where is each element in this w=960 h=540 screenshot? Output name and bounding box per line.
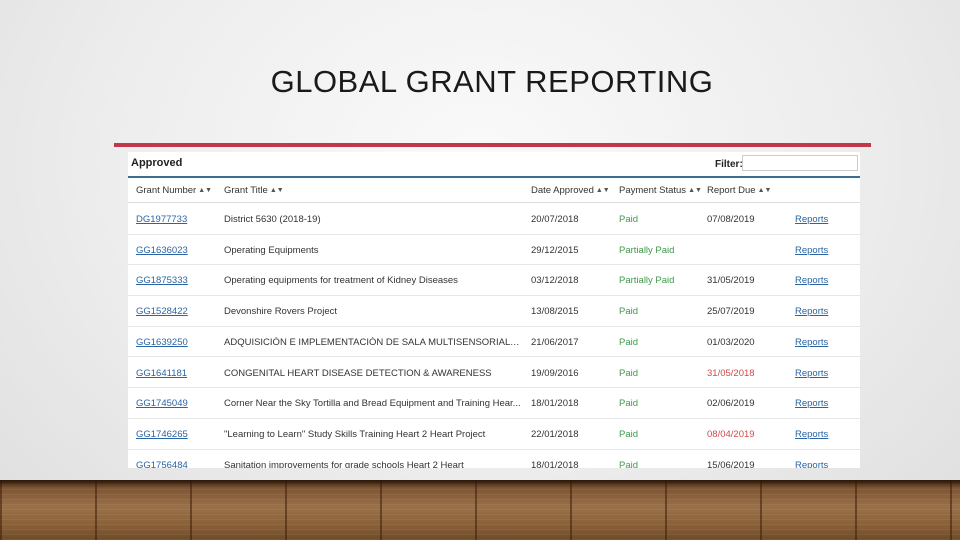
column-header-grant-number[interactable]: Grant Number ▲▼ bbox=[136, 185, 212, 196]
sort-updown-icon: ▲▼ bbox=[688, 187, 702, 194]
report-due: 31/05/2019 bbox=[707, 275, 755, 287]
filter-input[interactable] bbox=[742, 155, 858, 171]
report-due: 01/03/2020 bbox=[707, 336, 755, 348]
date-approved: 13/08/2015 bbox=[531, 306, 579, 318]
column-header-date-approved[interactable]: Date Approved ▲▼ bbox=[531, 185, 610, 196]
slide-title: GLOBAL GRANT REPORTING bbox=[270, 64, 714, 99]
wood-floor bbox=[0, 480, 960, 540]
reports-link[interactable]: Reports bbox=[795, 368, 845, 379]
table-row: GG1641181 CONGENITAL HEART DISEASE DETECT… bbox=[128, 357, 860, 389]
payment-status: Partially Paid bbox=[619, 244, 675, 256]
column-header-report-due[interactable]: Report Due ▲▼ bbox=[707, 185, 771, 196]
payment-status: Paid bbox=[619, 459, 639, 468]
grant-title: Sanitation improvements for grade school… bbox=[224, 459, 464, 468]
grant-number-link[interactable]: GG1756484 bbox=[136, 460, 216, 468]
table-row: GG1528422 Devonshire Rovers Project 13/08/… bbox=[128, 295, 860, 327]
grant-title: Devonshire Rovers Project bbox=[224, 306, 337, 318]
table-row: GG1639250 ADQUISICIÓN E IMPLEMENTACIÓN DE… bbox=[128, 326, 860, 358]
sort-updown-icon: ▲▼ bbox=[198, 187, 213, 194]
date-approved: 18/01/2018 bbox=[531, 459, 579, 468]
date-approved: 20/07/2018 bbox=[531, 214, 579, 225]
grant-number-link[interactable]: GG1746265 bbox=[136, 429, 216, 440]
date-approved: 03/12/2018 bbox=[531, 275, 579, 287]
reports-link[interactable]: Reports bbox=[795, 398, 845, 409]
reports-link[interactable]: Reports bbox=[795, 214, 845, 225]
report-due: 02/06/2019 bbox=[707, 398, 755, 410]
sort-updown-icon: ▲▼ bbox=[269, 187, 284, 194]
table-row: GG1636023 Operating Equipments 29/12/2015 P… bbox=[128, 234, 860, 266]
table-row: GG1875333 Operating equipments for treatm… bbox=[128, 264, 860, 297]
reports-link[interactable]: Reports bbox=[795, 460, 845, 468]
approved-grants-panel: Approved Filter: Grant Number ▲▼ Grant Ti… bbox=[128, 152, 860, 468]
payment-status: Paid bbox=[619, 428, 639, 440]
reports-link[interactable]: Reports bbox=[795, 245, 845, 256]
payment-status: Paid bbox=[619, 398, 639, 410]
sort-updown-icon: ▲▼ bbox=[595, 187, 610, 194]
grant-title: Operating Equipments bbox=[224, 244, 319, 256]
grant-number-link[interactable]: GG1641181 bbox=[136, 368, 216, 379]
sort-updown-icon: ▲▼ bbox=[757, 187, 772, 194]
grant-title: District 5630 (2018-19) bbox=[224, 214, 321, 225]
date-approved: 18/01/2018 bbox=[531, 398, 579, 410]
grant-number-link[interactable]: GG1636023 bbox=[136, 245, 216, 256]
payment-status: Paid bbox=[619, 367, 639, 379]
grant-number-link[interactable]: GG1528422 bbox=[136, 306, 216, 317]
date-approved: 21/06/2017 bbox=[531, 336, 579, 348]
date-approved: 19/09/2016 bbox=[531, 367, 579, 379]
payment-status: Paid bbox=[619, 306, 639, 318]
date-approved: 22/01/2018 bbox=[531, 428, 579, 440]
reports-link[interactable]: Reports bbox=[795, 306, 845, 317]
table-row: GG1746265 "Learning to Learn" Study Skill… bbox=[128, 418, 860, 450]
panel-title: Approved bbox=[131, 157, 183, 169]
report-due: 25/07/2019 bbox=[707, 306, 755, 318]
panel-header: Approved Filter: bbox=[128, 152, 860, 178]
report-due: 07/08/2019 bbox=[707, 214, 755, 225]
grant-title: CONGENITAL HEART DISEASE DETECTION & AWA… bbox=[224, 367, 492, 379]
table-row: GG1756484 Sanitation improvements for gra… bbox=[128, 449, 860, 468]
column-header-grant-title[interactable]: Grant Title ▲▼ bbox=[224, 185, 284, 196]
grant-title: "Learning to Learn" Study Skills Trainin… bbox=[224, 428, 486, 440]
payment-status: Paid bbox=[619, 336, 639, 348]
table-row: DG1977733 District 5630 (2018-19) 20/07/20… bbox=[128, 203, 860, 235]
reports-link[interactable]: Reports bbox=[795, 429, 845, 440]
payment-status: Partially Paid bbox=[619, 275, 675, 287]
report-due: 08/04/2019 bbox=[707, 428, 755, 440]
report-due: 31/05/2018 bbox=[707, 367, 755, 379]
accent-divider bbox=[114, 143, 871, 147]
column-header-payment-status[interactable]: Payment Status ▲▼ bbox=[619, 185, 702, 196]
report-due: 15/06/2019 bbox=[707, 459, 755, 468]
table-row: GG1745049 Corner Near the Sky Tortilla an… bbox=[128, 387, 860, 419]
grant-title: Operating equipments for treatment of Ki… bbox=[224, 275, 458, 287]
grant-number-link[interactable]: GG1639250 bbox=[136, 337, 216, 348]
grant-number-link[interactable]: GG1745049 bbox=[136, 398, 216, 409]
grant-title: ADQUISICIÓN E IMPLEMENTACIÓN DE SALA MUL… bbox=[224, 336, 522, 348]
grant-title: Corner Near the Sky Tortilla and Bread E… bbox=[224, 398, 521, 410]
date-approved: 29/12/2015 bbox=[531, 244, 579, 256]
grant-number-link[interactable]: GG1875333 bbox=[136, 275, 216, 286]
payment-status: Paid bbox=[619, 214, 639, 225]
reports-link[interactable]: Reports bbox=[795, 337, 845, 348]
filter-label: Filter: bbox=[715, 159, 743, 170]
grant-number-link[interactable]: DG1977733 bbox=[136, 214, 216, 225]
reports-link[interactable]: Reports bbox=[795, 275, 845, 286]
